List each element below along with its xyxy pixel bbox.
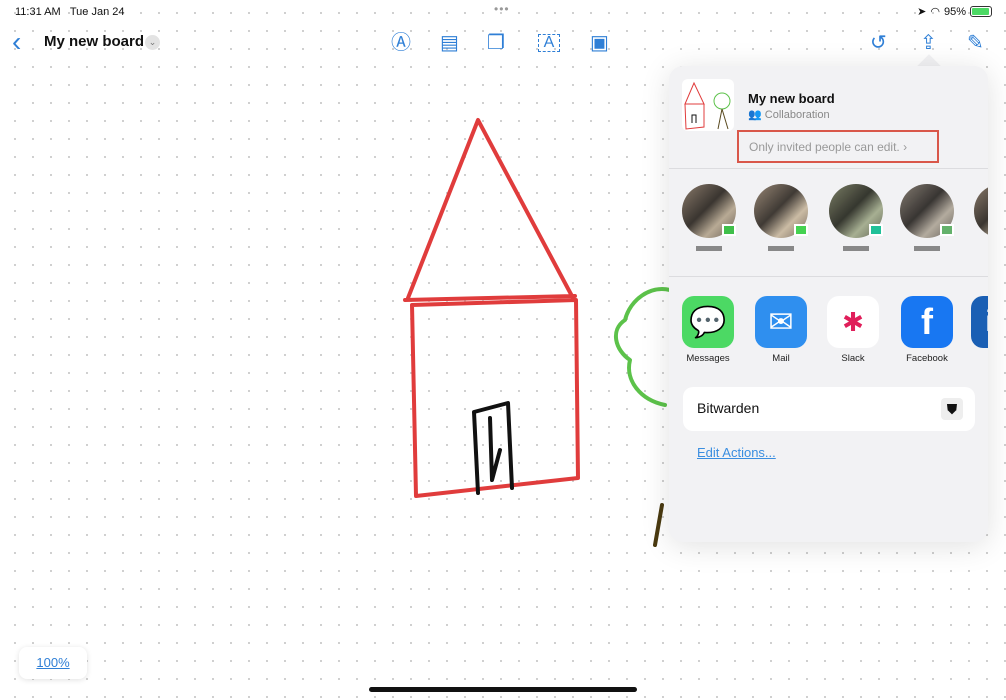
- location-icon: ➤: [917, 6, 927, 18]
- mail-icon: ✉: [755, 296, 807, 348]
- edit-actions-link[interactable]: Edit Actions...: [697, 445, 776, 460]
- shield-icon: ⛊: [941, 398, 963, 420]
- share-title: My new board: [748, 91, 835, 106]
- app-slack[interactable]: ✱ Slack: [823, 296, 883, 364]
- permission-button[interactable]: Only invited people can edit. ›: [737, 130, 939, 163]
- person-avatar[interactable]: [974, 184, 988, 238]
- text-box-icon[interactable]: A: [538, 34, 560, 52]
- battery-percent: 95%: [943, 5, 966, 18]
- messages-icon: 💬: [682, 296, 734, 348]
- undo-icon[interactable]: ↺: [870, 29, 887, 57]
- share-icon[interactable]: ⇪: [920, 29, 937, 57]
- slack-icon: ✱: [827, 296, 879, 348]
- bitwarden-action[interactable]: Bitwarden ⛊: [683, 387, 975, 431]
- status-time: 11:31 AM Tue Jan 24: [15, 6, 125, 18]
- linkedin-icon: in: [971, 296, 988, 348]
- app-linkedin[interactable]: inLi: [967, 296, 988, 364]
- house-roof: [403, 118, 577, 302]
- home-indicator[interactable]: [369, 687, 637, 692]
- media-icon[interactable]: ▣: [590, 29, 609, 57]
- person-avatar[interactable]: [754, 184, 808, 251]
- facebook-icon: f: [901, 296, 953, 348]
- share-sheet: My new board 👥 Collaboration Only invite…: [669, 66, 988, 542]
- battery-icon: [970, 6, 992, 17]
- compose-icon[interactable]: ✎: [967, 29, 984, 57]
- app-messages[interactable]: 💬 Messages: [678, 296, 738, 364]
- board-title[interactable]: My new board: [44, 33, 144, 50]
- chevron-down-icon[interactable]: ⌄: [145, 35, 160, 50]
- house-door: [472, 401, 514, 495]
- pen-icon[interactable]: Ⓐ: [391, 29, 411, 57]
- share-subtitle: 👥 Collaboration: [748, 109, 830, 121]
- app-facebook[interactable]: f Facebook: [897, 296, 957, 364]
- tree-trunk: [653, 503, 664, 547]
- note-icon[interactable]: ▤: [440, 29, 459, 57]
- person-avatar[interactable]: [682, 184, 736, 251]
- app-mail[interactable]: ✉ Mail: [751, 296, 811, 364]
- wifi-icon: ◠: [930, 6, 940, 18]
- shapes-icon[interactable]: ❐: [487, 29, 505, 57]
- tree: [614, 287, 672, 407]
- person-avatar[interactable]: [829, 184, 883, 251]
- board-thumbnail: [682, 79, 734, 131]
- back-icon[interactable]: ‹: [12, 28, 21, 56]
- multitask-icon[interactable]: •••: [494, 2, 510, 16]
- zoom-level-button[interactable]: 100%: [19, 647, 87, 679]
- person-avatar[interactable]: [900, 184, 954, 251]
- status-bar: 11:31 AM Tue Jan 24 ••• ➤ ◠ 95%: [0, 0, 1006, 24]
